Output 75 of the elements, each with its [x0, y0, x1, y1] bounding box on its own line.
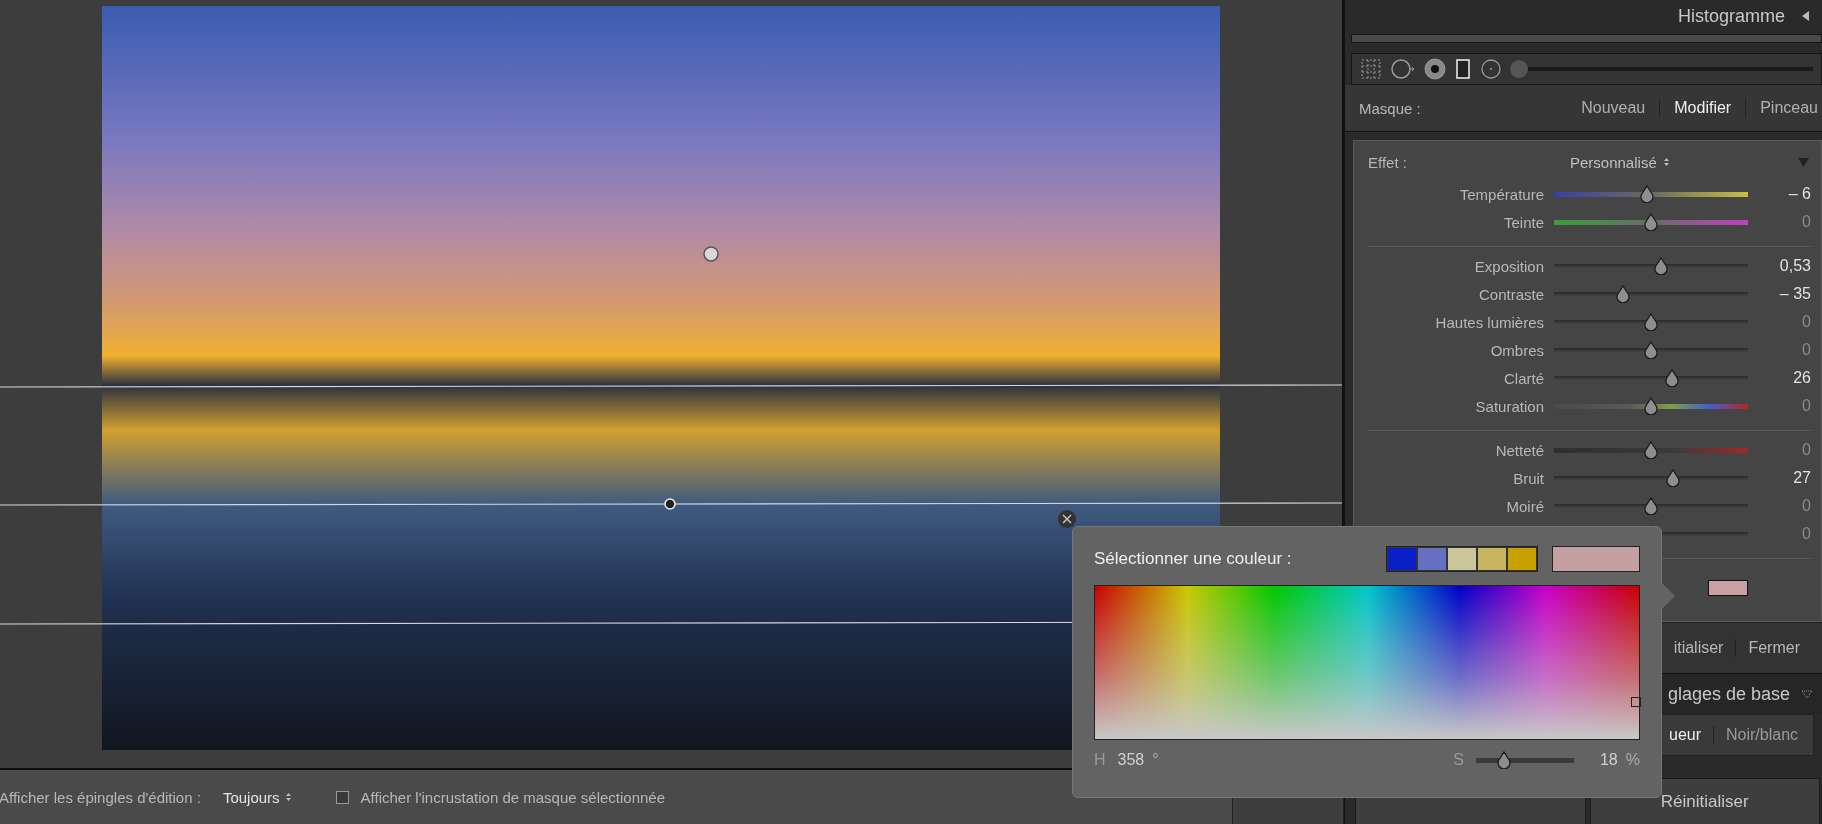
slider-value: 0 [1801, 441, 1811, 459]
saturation-unit: % [1625, 751, 1640, 769]
hue-unit: ° [1152, 751, 1159, 769]
collapse-triangle-icon[interactable] [1802, 689, 1812, 699]
circle-icon[interactable] [1480, 58, 1502, 80]
crop-grid-icon[interactable] [1360, 58, 1382, 80]
panel-button[interactable]: Fermer [1736, 639, 1812, 657]
color-marker[interactable] [1630, 697, 1641, 708]
rectangle-icon[interactable] [1454, 58, 1472, 80]
slider-value: 0 [1801, 525, 1811, 543]
preset-swatch[interactable] [1447, 547, 1477, 571]
popup-title: Sélectionner une couleur : [1094, 549, 1293, 569]
slider-value: 0 [1801, 341, 1811, 359]
slider-label: Clarté [1503, 369, 1544, 387]
slider-thumb[interactable] [1663, 369, 1680, 387]
treatment-tab[interactable]: Noir/blanc [1714, 726, 1811, 744]
checkbox-label: Afficher l'incrustation de masque sélectionnée [360, 788, 666, 806]
slider-thumb[interactable] [1643, 397, 1659, 415]
slider-label: Hautes lumières [1434, 313, 1544, 331]
slider-value: 0,53 [1778, 257, 1811, 275]
slider-label: Moiré [1505, 497, 1544, 515]
slider-thumb[interactable] [1653, 257, 1670, 275]
preset-swatch[interactable] [1477, 547, 1507, 571]
eye-icon[interactable] [1424, 58, 1446, 80]
guide-line[interactable] [0, 384, 1342, 388]
collapse-triangle-icon[interactable] [1801, 10, 1810, 22]
pins-dropdown[interactable]: Toujours [222, 788, 280, 806]
slider-value: – 6 [1787, 185, 1811, 203]
preset-swatch[interactable] [1387, 547, 1417, 571]
slider-value: 0 [1801, 397, 1811, 415]
hue-value: 358 [1117, 751, 1145, 769]
saturation-value: 18 [1599, 751, 1618, 769]
slider-label: Contraste [1477, 285, 1544, 303]
slider-value: 0 [1801, 497, 1811, 515]
slider-label: Température [1458, 185, 1544, 203]
slider-thumb[interactable] [1643, 441, 1659, 459]
slider-thumb[interactable] [1643, 213, 1659, 231]
slider-label: Saturation [1474, 397, 1544, 415]
checkbox[interactable] [335, 790, 349, 804]
preset-swatch[interactable] [1507, 547, 1537, 571]
section-title[interactable]: glages de base [1668, 683, 1791, 705]
slider-value: 26 [1792, 369, 1811, 387]
treatment-tab[interactable]: ueur [1669, 726, 1715, 744]
guide-line[interactable] [0, 502, 1342, 506]
preset-dropdown[interactable]: Personnalisé [1570, 153, 1657, 171]
slider-knob[interactable] [1510, 60, 1528, 78]
slider-thumb[interactable] [1643, 341, 1659, 359]
slider-value: 0 [1801, 313, 1811, 331]
mask-tab[interactable]: Modifier [1660, 99, 1747, 117]
up-down-icon[interactable] [1662, 157, 1670, 167]
slider-thumb[interactable] [1643, 497, 1659, 515]
slider-label: Bruit [1512, 469, 1544, 487]
slider-label: Ombres [1489, 341, 1544, 359]
effect-label: Effet : [1368, 153, 1408, 171]
slider-label: Netteté [1494, 441, 1544, 459]
color-swatch[interactable] [1708, 580, 1748, 596]
mask-tab[interactable]: Nouveau [1567, 99, 1661, 117]
up-down-icon[interactable] [284, 792, 292, 802]
color-spectrum[interactable] [1094, 585, 1640, 740]
slider-thumb[interactable] [1638, 185, 1655, 203]
slider-thumb[interactable] [1495, 751, 1512, 769]
slider-value: – 35 [1778, 285, 1811, 303]
slider-thumb[interactable] [1664, 469, 1681, 487]
panel-title[interactable]: Histogramme [1677, 5, 1785, 27]
close-icon[interactable] [1058, 510, 1076, 528]
slider-value: 27 [1792, 469, 1811, 487]
slider-label: Teinte [1502, 213, 1544, 231]
slider-thumb[interactable] [1615, 285, 1632, 303]
preset-swatch[interactable] [1417, 547, 1447, 571]
mask-tab[interactable]: Pinceau [1746, 99, 1822, 117]
circle-arrow-icon[interactable] [1390, 58, 1416, 80]
mask-label: Masque : [1359, 99, 1422, 117]
slider-label: Exposition [1473, 257, 1544, 275]
slider-value: 0 [1801, 213, 1811, 231]
slider-thumb[interactable] [1643, 313, 1659, 331]
